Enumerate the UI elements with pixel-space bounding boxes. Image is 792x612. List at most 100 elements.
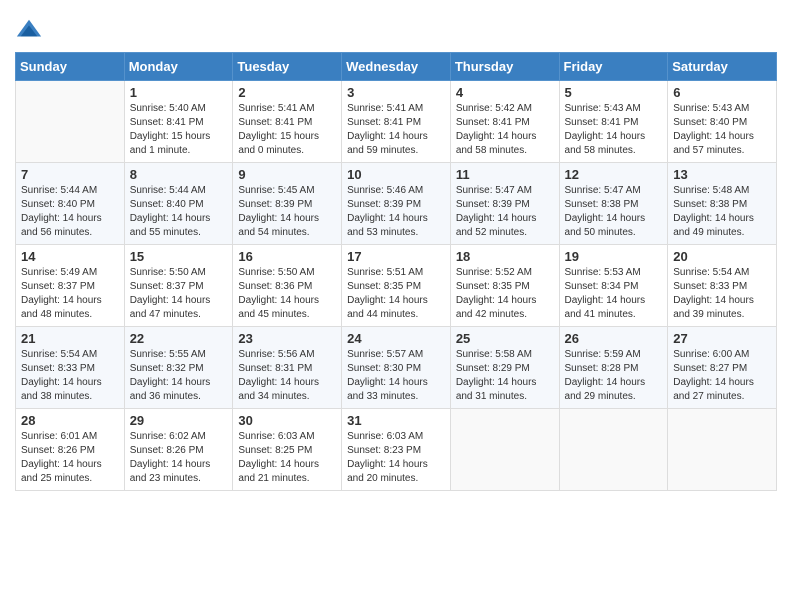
calendar-table: SundayMondayTuesdayWednesdayThursdayFrid…: [15, 52, 777, 491]
day-info: Sunrise: 5:46 AMSunset: 8:39 PMDaylight:…: [347, 184, 445, 240]
calendar-cell: 25 Sunrise: 5:58 AMSunset: 8:29 PMDayligh…: [450, 327, 559, 409]
calendar-cell: 12 Sunrise: 5:47 AMSunset: 8:38 PMDayligh…: [559, 163, 668, 245]
calendar-cell: 30Sunrise: 6:03 AMSunset: 8:25 PMDayligh…: [233, 409, 342, 491]
calendar-cell: 26 Sunrise: 5:59 AMSunset: 8:28 PMDayligh…: [559, 327, 668, 409]
calendar-cell: 8Sunrise: 5:44 AMSunset: 8:40 PMDaylight…: [124, 163, 233, 245]
day-info: Sunrise: 6:01 AMSunset: 8:26 PMDaylight:…: [21, 430, 119, 486]
day-info: Sunrise: 5:56 AMSunset: 8:31 PMDaylight:…: [238, 348, 336, 404]
calendar-cell: 6 Sunrise: 5:43 AMSunset: 8:40 PMDaylight…: [668, 81, 777, 163]
day-number: 26: [565, 331, 663, 346]
day-number: 22: [130, 331, 228, 346]
day-number: 3: [347, 85, 445, 100]
day-number: 7: [21, 167, 119, 182]
day-info: Sunrise: 5:47 AMSunset: 8:39 PMDaylight:…: [456, 184, 554, 240]
day-info: Sunrise: 5:44 AMSunset: 8:40 PMDaylight:…: [130, 184, 228, 240]
column-header-thursday: Thursday: [450, 53, 559, 81]
calendar-cell: 1Sunrise: 5:40 AMSunset: 8:41 PMDaylight…: [124, 81, 233, 163]
day-number: 19: [565, 249, 663, 264]
day-info: Sunrise: 5:48 AMSunset: 8:38 PMDaylight:…: [673, 184, 771, 240]
calendar-cell: [450, 409, 559, 491]
day-number: 17: [347, 249, 445, 264]
day-info: Sunrise: 5:49 AMSunset: 8:37 PMDaylight:…: [21, 266, 119, 322]
calendar-cell: 20Sunrise: 5:54 AMSunset: 8:33 PMDayligh…: [668, 245, 777, 327]
column-header-tuesday: Tuesday: [233, 53, 342, 81]
calendar-cell: 3 Sunrise: 5:41 AMSunset: 8:41 PMDaylight…: [342, 81, 451, 163]
day-info: Sunrise: 5:54 AMSunset: 8:33 PMDaylight:…: [21, 348, 119, 404]
day-info: Sunrise: 6:03 AMSunset: 8:25 PMDaylight:…: [238, 430, 336, 486]
day-number: 16: [238, 249, 336, 264]
calendar-cell: 14 Sunrise: 5:49 AMSunset: 8:37 PMDayligh…: [16, 245, 125, 327]
calendar-cell: 2 Sunrise: 5:41 AMSunset: 8:41 PMDaylight…: [233, 81, 342, 163]
column-header-monday: Monday: [124, 53, 233, 81]
day-info: Sunrise: 6:03 AMSunset: 8:23 PMDaylight:…: [347, 430, 445, 486]
day-number: 29: [130, 413, 228, 428]
day-info: Sunrise: 5:41 AMSunset: 8:41 PMDaylight:…: [238, 102, 336, 158]
calendar-week-row: 28 Sunrise: 6:01 AMSunset: 8:26 PMDayligh…: [16, 409, 777, 491]
day-info: Sunrise: 5:42 AMSunset: 8:41 PMDaylight:…: [456, 102, 554, 158]
day-info: Sunrise: 5:50 AMSunset: 8:36 PMDaylight:…: [238, 266, 336, 322]
calendar-cell: 11 Sunrise: 5:47 AMSunset: 8:39 PMDayligh…: [450, 163, 559, 245]
day-number: 25: [456, 331, 554, 346]
calendar-cell: 23 Sunrise: 5:56 AMSunset: 8:31 PMDayligh…: [233, 327, 342, 409]
day-number: 18: [456, 249, 554, 264]
day-info: Sunrise: 5:47 AMSunset: 8:38 PMDaylight:…: [565, 184, 663, 240]
day-info: Sunrise: 5:57 AMSunset: 8:30 PMDaylight:…: [347, 348, 445, 404]
day-number: 14: [21, 249, 119, 264]
day-number: 23: [238, 331, 336, 346]
calendar-cell: 27Sunrise: 6:00 AMSunset: 8:27 PMDayligh…: [668, 327, 777, 409]
day-number: 12: [565, 167, 663, 182]
day-number: 4: [456, 85, 554, 100]
calendar-cell: 16 Sunrise: 5:50 AMSunset: 8:36 PMDayligh…: [233, 245, 342, 327]
column-header-sunday: Sunday: [16, 53, 125, 81]
calendar-week-row: 7 Sunrise: 5:44 AMSunset: 8:40 PMDaylight…: [16, 163, 777, 245]
day-number: 2: [238, 85, 336, 100]
day-number: 28: [21, 413, 119, 428]
day-number: 9: [238, 167, 336, 182]
calendar-cell: 10 Sunrise: 5:46 AMSunset: 8:39 PMDayligh…: [342, 163, 451, 245]
day-number: 24: [347, 331, 445, 346]
day-info: Sunrise: 5:44 AMSunset: 8:40 PMDaylight:…: [21, 184, 119, 240]
calendar-cell: 17Sunrise: 5:51 AMSunset: 8:35 PMDayligh…: [342, 245, 451, 327]
calendar-header: SundayMondayTuesdayWednesdayThursdayFrid…: [16, 53, 777, 81]
calendar-cell: 31 Sunrise: 6:03 AMSunset: 8:23 PMDayligh…: [342, 409, 451, 491]
day-info: Sunrise: 6:02 AMSunset: 8:26 PMDaylight:…: [130, 430, 228, 486]
day-info: Sunrise: 5:41 AMSunset: 8:41 PMDaylight:…: [347, 102, 445, 158]
logo-icon: [15, 16, 43, 44]
calendar-cell: 19 Sunrise: 5:53 AMSunset: 8:34 PMDayligh…: [559, 245, 668, 327]
day-info: Sunrise: 6:00 AMSunset: 8:27 PMDaylight:…: [673, 348, 771, 404]
column-header-saturday: Saturday: [668, 53, 777, 81]
day-number: 5: [565, 85, 663, 100]
day-info: Sunrise: 5:55 AMSunset: 8:32 PMDaylight:…: [130, 348, 228, 404]
day-number: 31: [347, 413, 445, 428]
day-number: 1: [130, 85, 228, 100]
calendar-cell: 28 Sunrise: 6:01 AMSunset: 8:26 PMDayligh…: [16, 409, 125, 491]
day-number: 10: [347, 167, 445, 182]
header-row: SundayMondayTuesdayWednesdayThursdayFrid…: [16, 53, 777, 81]
day-info: Sunrise: 5:45 AMSunset: 8:39 PMDaylight:…: [238, 184, 336, 240]
day-info: Sunrise: 5:58 AMSunset: 8:29 PMDaylight:…: [456, 348, 554, 404]
day-number: 13: [673, 167, 771, 182]
calendar-cell: 18Sunrise: 5:52 AMSunset: 8:35 PMDayligh…: [450, 245, 559, 327]
calendar-cell: 15Sunrise: 5:50 AMSunset: 8:37 PMDayligh…: [124, 245, 233, 327]
calendar-cell: 13 Sunrise: 5:48 AMSunset: 8:38 PMDayligh…: [668, 163, 777, 245]
day-info: Sunrise: 5:59 AMSunset: 8:28 PMDaylight:…: [565, 348, 663, 404]
day-info: Sunrise: 5:53 AMSunset: 8:34 PMDaylight:…: [565, 266, 663, 322]
calendar-body: 1Sunrise: 5:40 AMSunset: 8:41 PMDaylight…: [16, 81, 777, 491]
calendar-cell: 9 Sunrise: 5:45 AMSunset: 8:39 PMDaylight…: [233, 163, 342, 245]
day-number: 21: [21, 331, 119, 346]
calendar-cell: 21 Sunrise: 5:54 AMSunset: 8:33 PMDayligh…: [16, 327, 125, 409]
calendar-cell: 24 Sunrise: 5:57 AMSunset: 8:30 PMDayligh…: [342, 327, 451, 409]
day-number: 11: [456, 167, 554, 182]
column-header-wednesday: Wednesday: [342, 53, 451, 81]
calendar-cell: [559, 409, 668, 491]
calendar-cell: 7 Sunrise: 5:44 AMSunset: 8:40 PMDaylight…: [16, 163, 125, 245]
day-info: Sunrise: 5:43 AMSunset: 8:40 PMDaylight:…: [673, 102, 771, 158]
day-info: Sunrise: 5:50 AMSunset: 8:37 PMDaylight:…: [130, 266, 228, 322]
calendar-cell: [668, 409, 777, 491]
calendar-week-row: 14 Sunrise: 5:49 AMSunset: 8:37 PMDayligh…: [16, 245, 777, 327]
day-number: 6: [673, 85, 771, 100]
calendar-week-row: 1Sunrise: 5:40 AMSunset: 8:41 PMDaylight…: [16, 81, 777, 163]
calendar-cell: [16, 81, 125, 163]
calendar-week-row: 21 Sunrise: 5:54 AMSunset: 8:33 PMDayligh…: [16, 327, 777, 409]
day-number: 20: [673, 249, 771, 264]
